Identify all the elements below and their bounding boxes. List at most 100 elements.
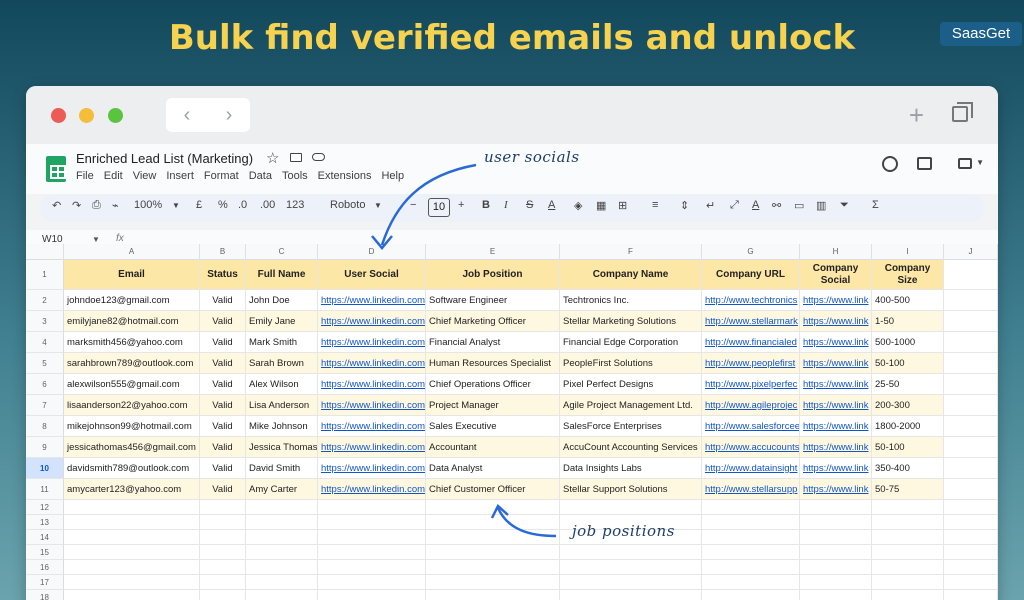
cell[interactable] <box>560 545 702 559</box>
cell[interactable]: 350-400 <box>872 458 944 478</box>
cell[interactable]: Pixel Perfect Designs <box>560 374 702 394</box>
cell[interactable] <box>318 515 426 529</box>
cell-link[interactable]: http://www.peoplefirst <box>705 358 795 369</box>
cell[interactable]: https://www.link <box>800 458 872 478</box>
filter-icon[interactable]: ⏷ <box>840 199 849 212</box>
bold-button[interactable]: B <box>482 199 490 211</box>
cell[interactable]: lisaanderson22@yahoo.com <box>64 395 200 415</box>
percent-format-button[interactable]: % <box>218 199 228 211</box>
strikethrough-button[interactable]: S <box>526 199 533 211</box>
cell[interactable]: Chief Customer Officer <box>426 479 560 499</box>
font-select[interactable]: Roboto <box>330 199 365 211</box>
cell[interactable] <box>560 560 702 574</box>
cell[interactable]: 500-1000 <box>872 332 944 352</box>
cell[interactable] <box>800 575 872 589</box>
cloud-status-icon[interactable] <box>312 153 325 161</box>
cell-link[interactable]: http://www.pixelperfec <box>705 379 797 390</box>
cell[interactable] <box>200 560 246 574</box>
cell[interactable] <box>872 530 944 544</box>
cell[interactable]: Stellar Support Solutions <box>560 479 702 499</box>
row-header[interactable]: 8 <box>26 416 64 437</box>
cell-link[interactable]: https://www.link <box>803 442 868 453</box>
cell[interactable]: https://www.link <box>800 479 872 499</box>
cell[interactable] <box>800 515 872 529</box>
cell[interactable] <box>800 545 872 559</box>
cell[interactable]: https://www.link <box>800 332 872 352</box>
star-icon[interactable]: ☆ <box>266 149 279 167</box>
cell-link[interactable]: https://www.linkedin.com <box>321 316 425 327</box>
cell[interactable]: http://www.stellarmark <box>702 311 800 331</box>
column-header-c[interactable]: C <box>246 244 318 260</box>
cell[interactable] <box>560 500 702 514</box>
cell[interactable]: Financial Edge Corporation <box>560 332 702 352</box>
cell[interactable] <box>702 500 800 514</box>
row-header[interactable]: 3 <box>26 311 64 332</box>
currency-format-button[interactable]: £ <box>196 199 202 211</box>
cell[interactable]: Valid <box>200 332 246 352</box>
cell[interactable] <box>944 416 998 436</box>
cell[interactable] <box>872 545 944 559</box>
menu-help[interactable]: Help <box>381 170 404 182</box>
cell[interactable]: 200-300 <box>872 395 944 415</box>
column-title[interactable]: Company Name <box>560 260 702 289</box>
cell[interactable]: https://www.linkedin.com <box>318 458 426 478</box>
maximize-window-button[interactable] <box>108 108 123 123</box>
cell[interactable] <box>426 545 560 559</box>
cell[interactable] <box>64 530 200 544</box>
cell-link[interactable]: http://www.financialed <box>705 337 797 348</box>
column-title[interactable]: Company URL <box>702 260 800 289</box>
cell[interactable] <box>64 500 200 514</box>
insert-chart-icon[interactable]: ▥ <box>816 199 826 212</box>
increase-decimal-button[interactable]: .00 <box>260 199 275 211</box>
cell[interactable] <box>426 575 560 589</box>
cell[interactable] <box>560 575 702 589</box>
chevron-down-icon[interactable]: ▼ <box>92 235 100 244</box>
cell-link[interactable]: http://www.accucounts <box>705 442 799 453</box>
cell[interactable]: http://www.peoplefirst <box>702 353 800 373</box>
menu-insert[interactable]: Insert <box>166 170 194 182</box>
cell[interactable] <box>426 530 560 544</box>
row-header[interactable]: 16 <box>26 560 64 575</box>
cell[interactable]: 50-100 <box>872 437 944 457</box>
cell[interactable]: Stellar Marketing Solutions <box>560 311 702 331</box>
cell-link[interactable]: https://www.link <box>803 463 868 474</box>
cell[interactable] <box>944 479 998 499</box>
cell[interactable]: https://www.link <box>800 374 872 394</box>
text-wrap-icon[interactable]: ↵ <box>706 199 715 212</box>
column-title[interactable]: Email <box>64 260 200 289</box>
cell-link[interactable]: https://www.link <box>803 337 868 348</box>
zoom-select[interactable]: 100% <box>134 199 162 211</box>
history-icon[interactable] <box>882 156 898 172</box>
cell-link[interactable]: https://www.linkedin.com <box>321 400 425 411</box>
cell-link[interactable]: https://www.linkedin.com <box>321 484 425 495</box>
cell[interactable]: http://www.stellarsupp <box>702 479 800 499</box>
column-header-f[interactable]: F <box>560 244 702 260</box>
column-title[interactable]: Full Name <box>246 260 318 289</box>
cell-link[interactable]: http://www.techtronics <box>705 295 797 306</box>
cell-link[interactable]: https://www.linkedin.com <box>321 379 425 390</box>
cell[interactable] <box>800 530 872 544</box>
cell[interactable]: 50-100 <box>872 353 944 373</box>
cell[interactable] <box>64 560 200 574</box>
cell[interactable]: Human Resources Specialist <box>426 353 560 373</box>
menu-view[interactable]: View <box>133 170 157 182</box>
column-header-b[interactable]: B <box>200 244 246 260</box>
cell[interactable]: 25-50 <box>872 374 944 394</box>
cell[interactable] <box>318 500 426 514</box>
cell[interactable]: http://www.accucounts <box>702 437 800 457</box>
cell[interactable] <box>318 530 426 544</box>
cell-link[interactable]: https://www.link <box>803 316 868 327</box>
cell[interactable] <box>944 500 998 514</box>
cell[interactable] <box>944 458 998 478</box>
cell-link[interactable]: https://www.link <box>803 358 868 369</box>
row-header[interactable]: 9 <box>26 437 64 458</box>
cell[interactable]: https://www.linkedin.com <box>318 437 426 457</box>
cell-link[interactable]: https://www.linkedin.com <box>321 421 425 432</box>
comment-icon[interactable] <box>917 157 932 170</box>
cell[interactable]: Valid <box>200 311 246 331</box>
tab-overview-icon[interactable] <box>952 102 973 122</box>
row-header[interactable]: 6 <box>26 374 64 395</box>
cell[interactable]: mikejohnson99@hotmail.com <box>64 416 200 436</box>
cell[interactable] <box>64 590 200 600</box>
cell[interactable]: emilyjane82@hotmail.com <box>64 311 200 331</box>
